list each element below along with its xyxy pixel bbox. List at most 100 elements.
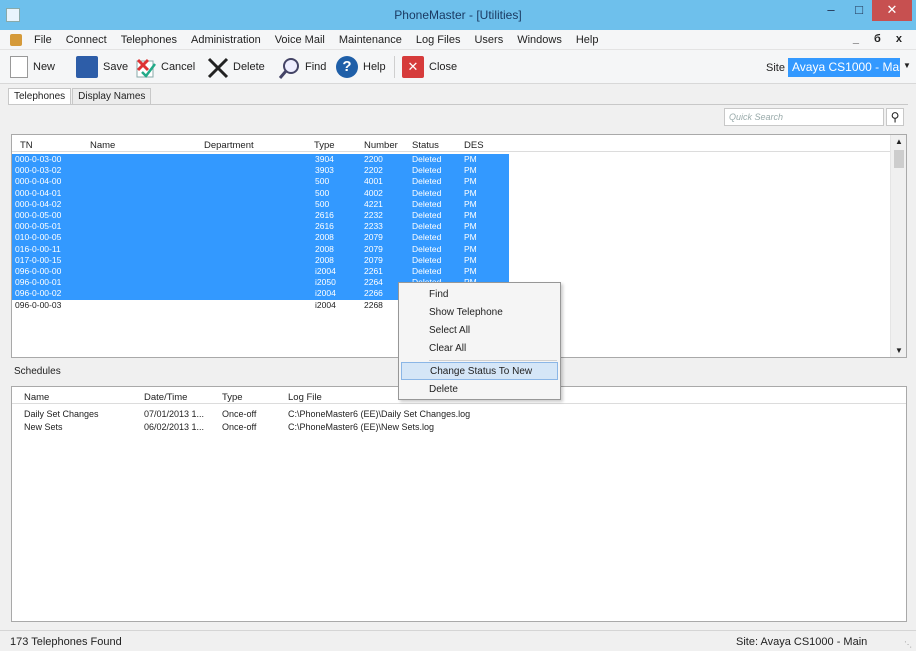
menu-users[interactable]: Users: [474, 34, 503, 46]
tab-telephones[interactable]: Telephones: [8, 88, 72, 104]
close-icon: ✕: [402, 56, 424, 78]
cell-des: PM: [464, 198, 477, 209]
column-header-type[interactable]: Type: [314, 140, 335, 151]
table-row[interactable]: 000-0-03-00 3904 2200 Deleted PM: [12, 154, 509, 166]
column-header-des[interactable]: DES: [464, 140, 484, 151]
context-menu-change-status-to-new[interactable]: Change Status To New: [401, 362, 558, 380]
help-button[interactable]: ? Help: [336, 54, 386, 80]
context-menu: Find Show Telephone Select All Clear All…: [398, 282, 561, 400]
maximize-button[interactable]: □: [846, 0, 872, 21]
table-row[interactable]: 010-0-00-05 2008 2079 Deleted PM: [12, 232, 509, 244]
menu-connect[interactable]: Connect: [66, 34, 107, 46]
cell-tn: 000-0-04-02: [15, 198, 62, 209]
cell-type: 500: [315, 176, 330, 187]
cell-des: PM: [464, 187, 477, 198]
menu-file[interactable]: File: [34, 34, 52, 46]
document-icon[interactable]: [10, 34, 22, 46]
help-icon: ?: [336, 56, 358, 78]
table-row[interactable]: 000-0-05-01 2616 2233 Deleted PM: [12, 221, 509, 233]
column-header-datetime[interactable]: Date/Time: [144, 392, 187, 403]
minimize-button[interactable]: –: [818, 0, 844, 21]
column-header-name[interactable]: Name: [90, 140, 115, 151]
menu-maintenance[interactable]: Maintenance: [339, 34, 402, 46]
cell-number: 2200: [364, 154, 383, 164]
column-header-department[interactable]: Department: [204, 140, 254, 151]
window-title: PhoneMaster - [Utilities]: [394, 8, 522, 22]
scroll-down-icon[interactable]: ▼: [891, 346, 906, 355]
cancel-button[interactable]: Cancel: [134, 54, 195, 80]
cell-type: 500: [315, 198, 330, 209]
cell-tn: 000-0-05-00: [15, 210, 62, 220]
search-icon: [278, 56, 300, 79]
cell-number: 4002: [364, 187, 383, 198]
menu-telephones[interactable]: Telephones: [121, 34, 177, 46]
cell-type: 3904: [315, 154, 334, 164]
menu-voice-mail[interactable]: Voice Mail: [275, 34, 325, 46]
mdi-controls[interactable]: _ б x: [853, 33, 908, 45]
new-document-icon: [10, 56, 28, 78]
cell-status: Deleted: [412, 210, 442, 220]
table-row[interactable]: 016-0-00-11 2008 2079 Deleted PM: [12, 243, 509, 255]
context-menu-find[interactable]: Find: [401, 286, 558, 304]
cell-tn: 096-0-00-01: [15, 277, 62, 288]
quick-search-input[interactable]: Quick Search: [724, 108, 884, 126]
cell-type: 2616: [315, 221, 334, 232]
table-row[interactable]: 017-0-00-15 2008 2079 Deleted PM: [12, 254, 509, 266]
cell-type: 2008: [315, 254, 334, 265]
cell-type: 2008: [315, 243, 334, 254]
resize-grip-icon[interactable]: ⋱: [904, 640, 912, 649]
column-header-type[interactable]: Type: [222, 392, 243, 403]
tab-display-names[interactable]: Display Names: [72, 88, 152, 104]
column-header-name[interactable]: Name: [24, 392, 49, 403]
table-row[interactable]: 000-0-04-02 500 4221 Deleted PM: [12, 198, 509, 210]
search-icon: ⚲: [890, 110, 900, 124]
column-header-number[interactable]: Number: [364, 140, 398, 151]
cell-status: Deleted: [412, 154, 442, 164]
context-menu-clear-all[interactable]: Clear All: [401, 340, 558, 358]
cell-type: i2004: [315, 288, 336, 299]
menu-bar: File Connect Telephones Administration V…: [0, 30, 916, 50]
menu-administration[interactable]: Administration: [191, 34, 261, 46]
site-dropdown[interactable]: Avaya CS1000 - Main: [788, 58, 900, 77]
delete-button[interactable]: Delete: [206, 54, 265, 80]
column-header-tn[interactable]: TN: [20, 140, 33, 151]
scroll-up-icon[interactable]: ▲: [891, 137, 906, 146]
cell-type: 2616: [315, 210, 334, 220]
cell-type: 2008: [315, 232, 334, 243]
save-button[interactable]: Save: [76, 54, 128, 80]
menu-log-files[interactable]: Log Files: [416, 34, 461, 46]
title-bar: PhoneMaster - [Utilities] – □ ✕: [0, 0, 916, 30]
table-row[interactable]: 000-0-04-01 500 4002 Deleted PM: [12, 187, 509, 199]
menu-help[interactable]: Help: [576, 34, 599, 46]
close-button[interactable]: ✕ Close: [402, 54, 457, 80]
cell-number: 2232: [364, 210, 383, 220]
toolbar: New Save Cancel Delete Find ? Help ✕ Clo…: [0, 50, 916, 84]
column-header-status[interactable]: Status: [412, 140, 439, 151]
vertical-scrollbar[interactable]: ▲ ▼: [890, 135, 906, 357]
context-menu-show-telephone[interactable]: Show Telephone: [401, 304, 558, 322]
cell-tn: 096-0-00-03: [15, 299, 62, 310]
new-button[interactable]: New: [10, 54, 55, 80]
cell-number: 2261: [364, 266, 383, 276]
cell-status: Deleted: [412, 165, 442, 176]
schedules-grid[interactable]: Name Date/Time Type Log File Daily Set C…: [11, 386, 907, 622]
table-row[interactable]: 000-0-05-00 2616 2232 Deleted PM: [12, 210, 509, 222]
site-label: Site: [766, 62, 785, 74]
menu-windows[interactable]: Windows: [517, 34, 562, 46]
cell-des: PM: [464, 243, 477, 254]
table-row[interactable]: 000-0-04-00 500 4001 Deleted PM: [12, 176, 509, 188]
cell-status: Deleted: [412, 176, 442, 187]
cell-number: 2079: [364, 243, 383, 254]
table-row[interactable]: 096-0-00-00 i2004 2261 Deleted PM: [12, 266, 509, 278]
cell-type: 500: [315, 187, 330, 198]
scroll-thumb[interactable]: [894, 150, 904, 168]
find-button[interactable]: Find: [278, 54, 326, 80]
column-header-log-file[interactable]: Log File: [288, 392, 322, 403]
quick-search-button[interactable]: ⚲: [886, 108, 904, 126]
table-row[interactable]: 000-0-03-02 3903 2202 Deleted PM: [12, 165, 509, 177]
context-menu-delete[interactable]: Delete: [401, 381, 558, 399]
chevron-down-icon[interactable]: ▼: [903, 61, 911, 70]
context-menu-select-all[interactable]: Select All: [401, 322, 558, 340]
close-window-button[interactable]: ✕: [872, 0, 912, 21]
cell-number: 2268: [364, 299, 383, 310]
